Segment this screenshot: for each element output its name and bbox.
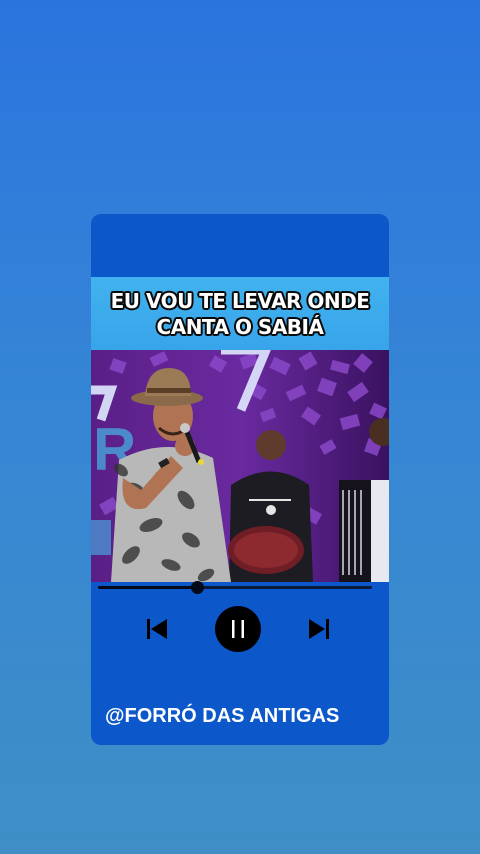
next-button[interactable] (303, 606, 335, 652)
skip-previous-icon (147, 619, 167, 639)
music-player-card: EU VOU TE LEVAR ONDE CANTA O SABIÁ R @FO… (91, 214, 389, 745)
video-frame[interactable]: R (91, 350, 389, 582)
pause-button[interactable] (215, 606, 261, 652)
progress-track[interactable] (98, 581, 372, 594)
lyrics-banner: EU VOU TE LEVAR ONDE CANTA O SABIÁ (91, 277, 389, 350)
pause-icon (232, 620, 244, 638)
skip-next-icon (309, 619, 329, 639)
previous-button[interactable] (141, 606, 173, 652)
channel-handle: @FORRÓ DAS ANTIGAS (105, 705, 340, 727)
playback-controls (91, 606, 389, 652)
progress-knob[interactable] (190, 581, 204, 594)
stage-scene-image: R (91, 350, 389, 582)
lyric-line-2: CANTA O SABIÁ (156, 314, 324, 339)
progress-fill (98, 586, 197, 589)
lyric-line-1: EU VOU TE LEVAR ONDE (110, 288, 370, 313)
